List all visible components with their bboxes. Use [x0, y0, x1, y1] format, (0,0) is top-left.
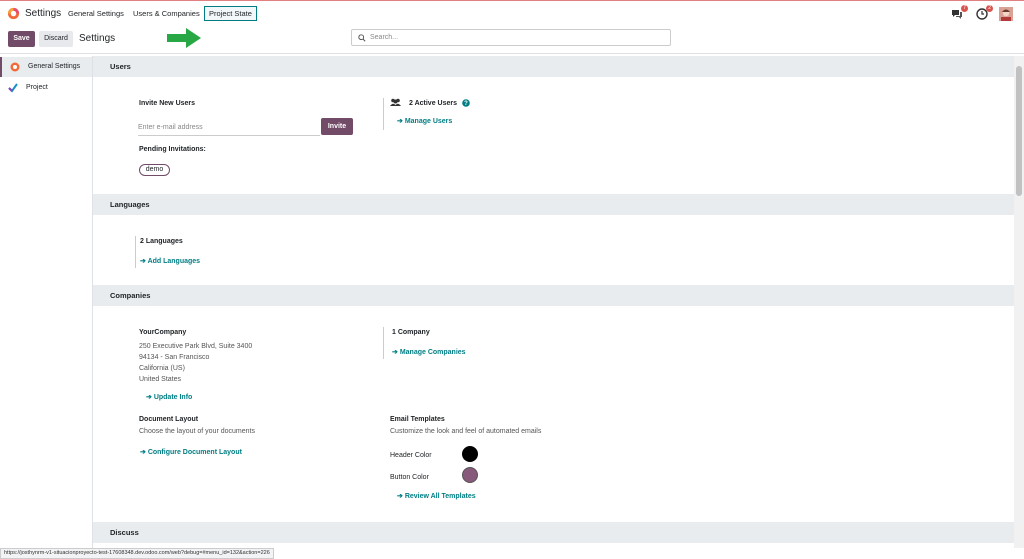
manage-companies-label: Manage Companies: [399, 349, 466, 356]
button-color-picker[interactable]: [462, 467, 478, 483]
configure-layout-link[interactable]: ➔ Configure Document Layout: [140, 448, 242, 456]
search-input[interactable]: Search...: [351, 29, 671, 46]
search-icon: [358, 34, 366, 42]
app-title[interactable]: Settings: [25, 8, 61, 19]
add-languages-label: Add Languages: [147, 258, 201, 265]
pending-invitation-tag[interactable]: demo: [139, 164, 170, 176]
add-languages-link[interactable]: ➔ Add Languages: [140, 257, 200, 265]
activities-badge: 2: [986, 5, 993, 12]
breadcrumb: Settings: [79, 33, 116, 44]
status-url: https://josthynrm-v1-situacionproyecto-t…: [0, 548, 274, 559]
help-icon[interactable]: ?: [462, 99, 470, 107]
email-templates-title: Email Templates: [390, 416, 445, 423]
manage-users-label: Manage Users: [404, 118, 453, 125]
email-templates-desc: Customize the look and feel of automated…: [390, 428, 542, 435]
arrow-annotation-icon: [167, 28, 201, 48]
pending-invitations-label: Pending Invitations:: [139, 146, 206, 153]
company-count: 1 Company: [392, 329, 430, 336]
button-color-label: Button Color: [390, 474, 429, 481]
sidebar-item-project[interactable]: Project: [0, 78, 92, 98]
users-icon: [390, 98, 401, 106]
update-info-label: Update Info: [153, 394, 193, 401]
languages-count: 2 Languages: [140, 238, 183, 245]
avatar-icon: [999, 7, 1013, 21]
messages-badge: 7: [961, 5, 968, 12]
sidebar-item-general-settings[interactable]: General Settings: [0, 57, 92, 77]
active-users-count: 2 Active Users: [409, 100, 457, 107]
odoo-logo-icon: [10, 62, 20, 72]
menu-project-state[interactable]: Project State: [204, 6, 257, 21]
address-line: California (US): [139, 365, 185, 372]
user-avatar[interactable]: [999, 7, 1013, 21]
manage-companies-link[interactable]: ➔ Manage Companies: [392, 348, 466, 356]
address-line: 250 Executive Park Blvd, Suite 3400: [139, 343, 253, 350]
configure-layout-label: Configure Document Layout: [147, 449, 242, 456]
email-input[interactable]: Enter e-mail address: [138, 124, 320, 136]
invite-button[interactable]: Invite: [321, 118, 353, 135]
scrollbar[interactable]: [1014, 56, 1024, 548]
company-name: YourCompany: [139, 329, 187, 336]
activities-button[interactable]: 2: [976, 5, 993, 20]
menu-general-settings[interactable]: General Settings: [68, 9, 124, 18]
settings-content: Users Invite New Users Enter e-mail addr…: [93, 56, 1014, 548]
settings-sidebar: General Settings Project: [0, 56, 93, 548]
top-navbar: Settings General Settings Users & Compan…: [0, 0, 1024, 26]
sidebar-item-label: Project: [26, 84, 48, 91]
header-color-label: Header Color: [390, 452, 432, 459]
address-line: 94134 - San Francisco: [139, 354, 210, 361]
divider: [383, 98, 384, 130]
section-header-users: Users: [93, 56, 1014, 77]
header-color-picker[interactable]: [462, 446, 478, 462]
invite-title: Invite New Users: [139, 100, 196, 107]
sidebar-item-label: General Settings: [28, 63, 81, 70]
project-check-icon: [8, 83, 18, 93]
search-placeholder: Search...: [370, 34, 399, 41]
menu-users-companies[interactable]: Users & Companies: [133, 9, 200, 18]
discard-button[interactable]: Discard: [39, 31, 73, 47]
save-button[interactable]: Save: [8, 31, 35, 47]
scrollbar-thumb[interactable]: [1016, 66, 1022, 196]
address-line: United States: [139, 376, 182, 383]
section-header-discuss: Discuss: [93, 522, 1014, 543]
odoo-logo-icon[interactable]: [7, 7, 20, 20]
divider: [135, 236, 136, 268]
update-info-link[interactable]: ➔ Update Info: [146, 393, 192, 401]
divider: [383, 327, 384, 359]
section-header-languages: Languages: [93, 194, 1014, 215]
review-templates-link[interactable]: ➔ Review All Templates: [397, 492, 476, 500]
document-layout-desc: Choose the layout of your documents: [139, 428, 255, 435]
messages-button[interactable]: 7: [951, 5, 968, 20]
document-layout-title: Document Layout: [139, 416, 199, 423]
svg-text:?: ?: [464, 101, 468, 107]
section-header-companies: Companies: [93, 285, 1014, 306]
review-templates-label: Review All Templates: [404, 493, 476, 500]
manage-users-link[interactable]: ➔ Manage Users: [397, 117, 452, 125]
